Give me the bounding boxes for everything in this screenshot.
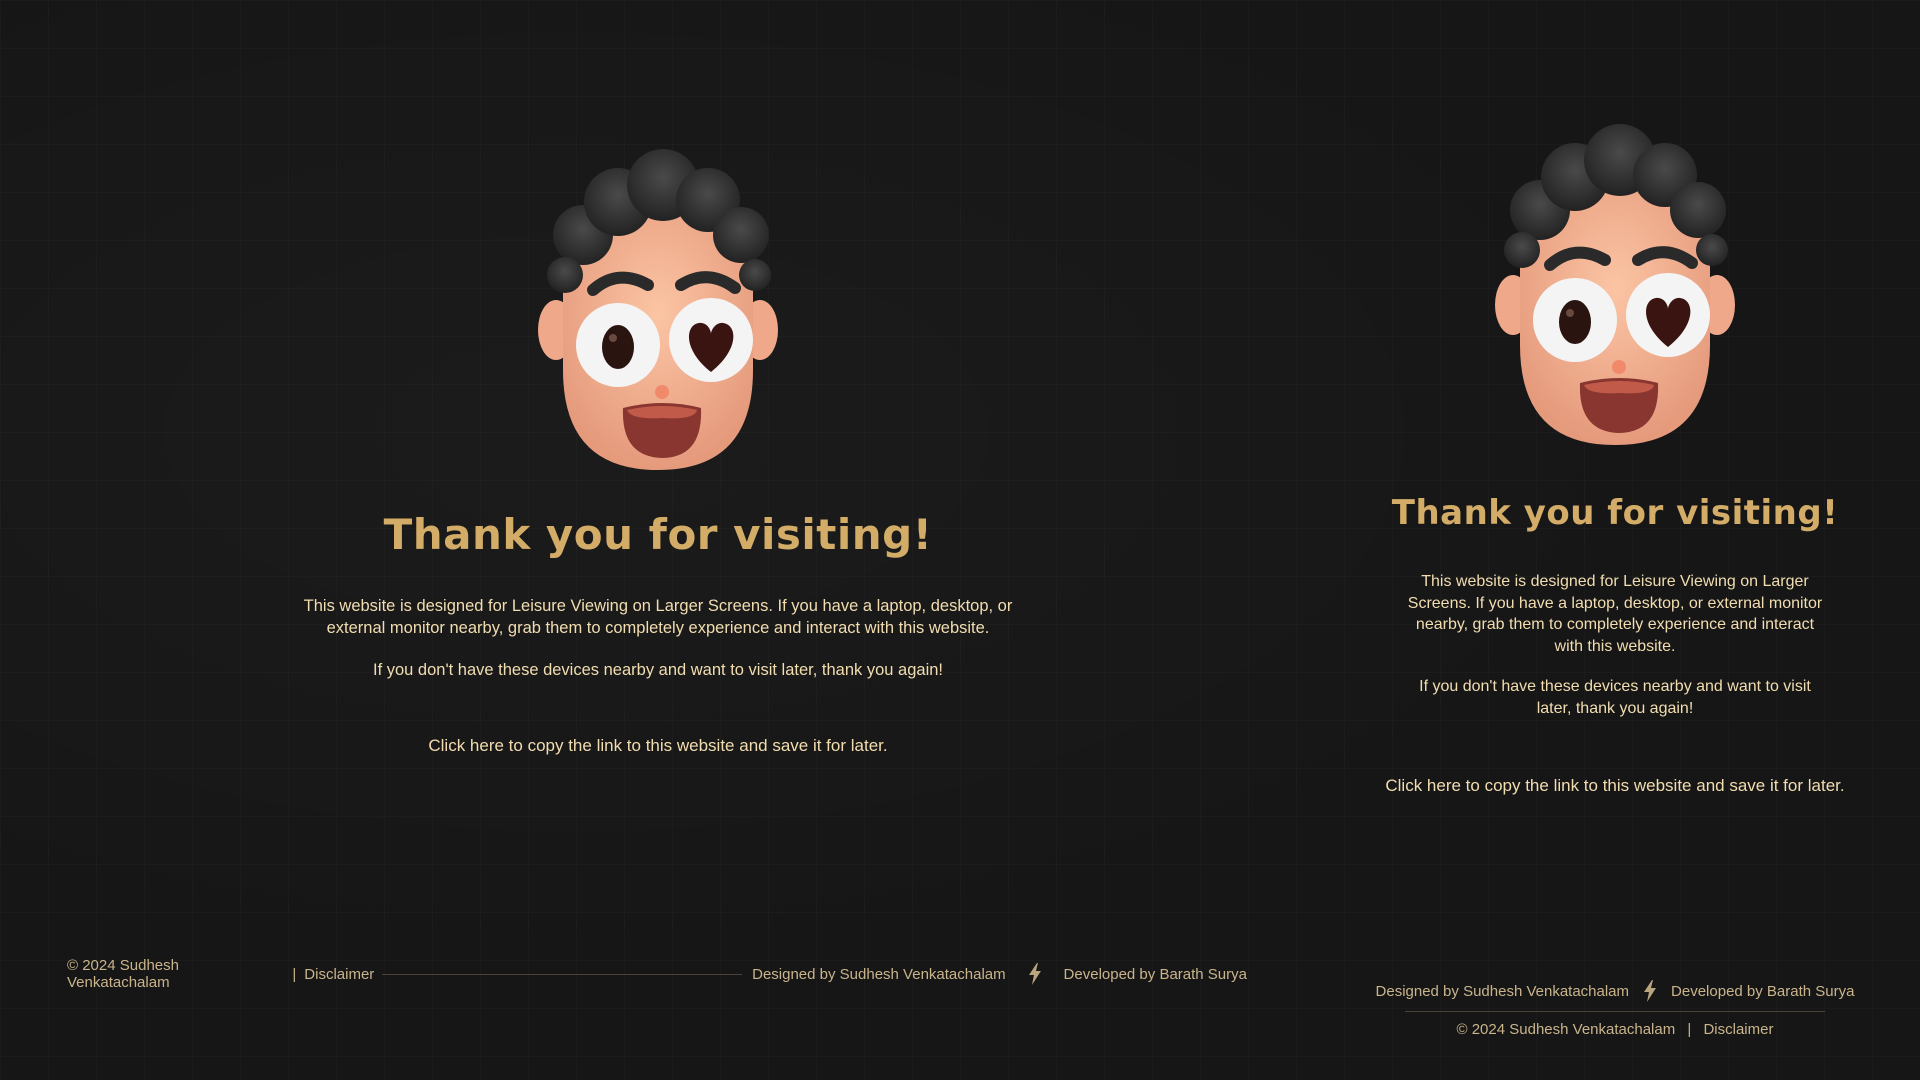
visit-later-paragraph: If you don't have these devices nearby a… bbox=[372, 660, 943, 679]
footer-divider bbox=[382, 973, 743, 975]
footer-separator: | bbox=[1687, 1021, 1692, 1038]
developed-by-credit: Developed by Barath Surya bbox=[1671, 982, 1855, 1000]
copyright-text: © 2024 Sudhesh Venkatachalam bbox=[67, 957, 179, 991]
lightning-bolt-icon bbox=[1028, 963, 1041, 985]
copyright-row: © 2024 Sudhesh Venkatachalam | Disclaime… bbox=[1360, 1021, 1870, 1038]
footer-small: Designed by Sudhesh Venkatachalam Develo… bbox=[1360, 980, 1870, 1038]
info-paragraph: This website is designed for Leisure Vie… bbox=[303, 597, 1013, 638]
thank-you-title: Thank you for visiting! bbox=[1391, 493, 1839, 533]
message-panel-large: Thank you for visiting! This website is … bbox=[258, 140, 1058, 756]
designed-by-credit: Designed by Sudhesh Venkatachalam bbox=[1375, 982, 1630, 1000]
lightning-bolt-icon bbox=[1644, 980, 1657, 1002]
thank-you-title: Thank you for visiting! bbox=[383, 510, 933, 559]
page: Thank you for visiting! This website is … bbox=[0, 0, 1920, 1080]
visit-later-paragraph: If you don't have these devices nearby a… bbox=[1419, 678, 1811, 717]
designed-by-credit: Designed by Sudhesh Venkatachalam bbox=[752, 965, 1006, 983]
footer-large: © 2024 Sudhesh Venkatachalam | Disclaime… bbox=[67, 957, 1247, 991]
copy-link-button[interactable]: Click here to copy the link to this webs… bbox=[1385, 776, 1844, 796]
copyright-text: © 2024 Sudhesh Venkatachalam bbox=[1456, 1021, 1676, 1038]
footer-divider bbox=[1405, 1011, 1825, 1012]
heart-eyes-avatar-icon bbox=[538, 149, 778, 470]
disclaimer-link[interactable]: Disclaimer bbox=[1703, 1021, 1773, 1038]
developed-by-credit: Developed by Barath Surya bbox=[1063, 965, 1247, 983]
footer-separator: | bbox=[292, 965, 297, 983]
disclaimer-link[interactable]: Disclaimer bbox=[304, 966, 374, 983]
heart-eyes-avatar-icon bbox=[1495, 124, 1735, 445]
copy-link-button[interactable]: Click here to copy the link to this webs… bbox=[428, 736, 887, 756]
info-paragraph: This website is designed for Leisure Vie… bbox=[1407, 573, 1823, 655]
credits-row: Designed by Sudhesh Venkatachalam Develo… bbox=[1360, 980, 1870, 1002]
message-panel-small: Thank you for visiting! This website is … bbox=[1360, 115, 1870, 796]
